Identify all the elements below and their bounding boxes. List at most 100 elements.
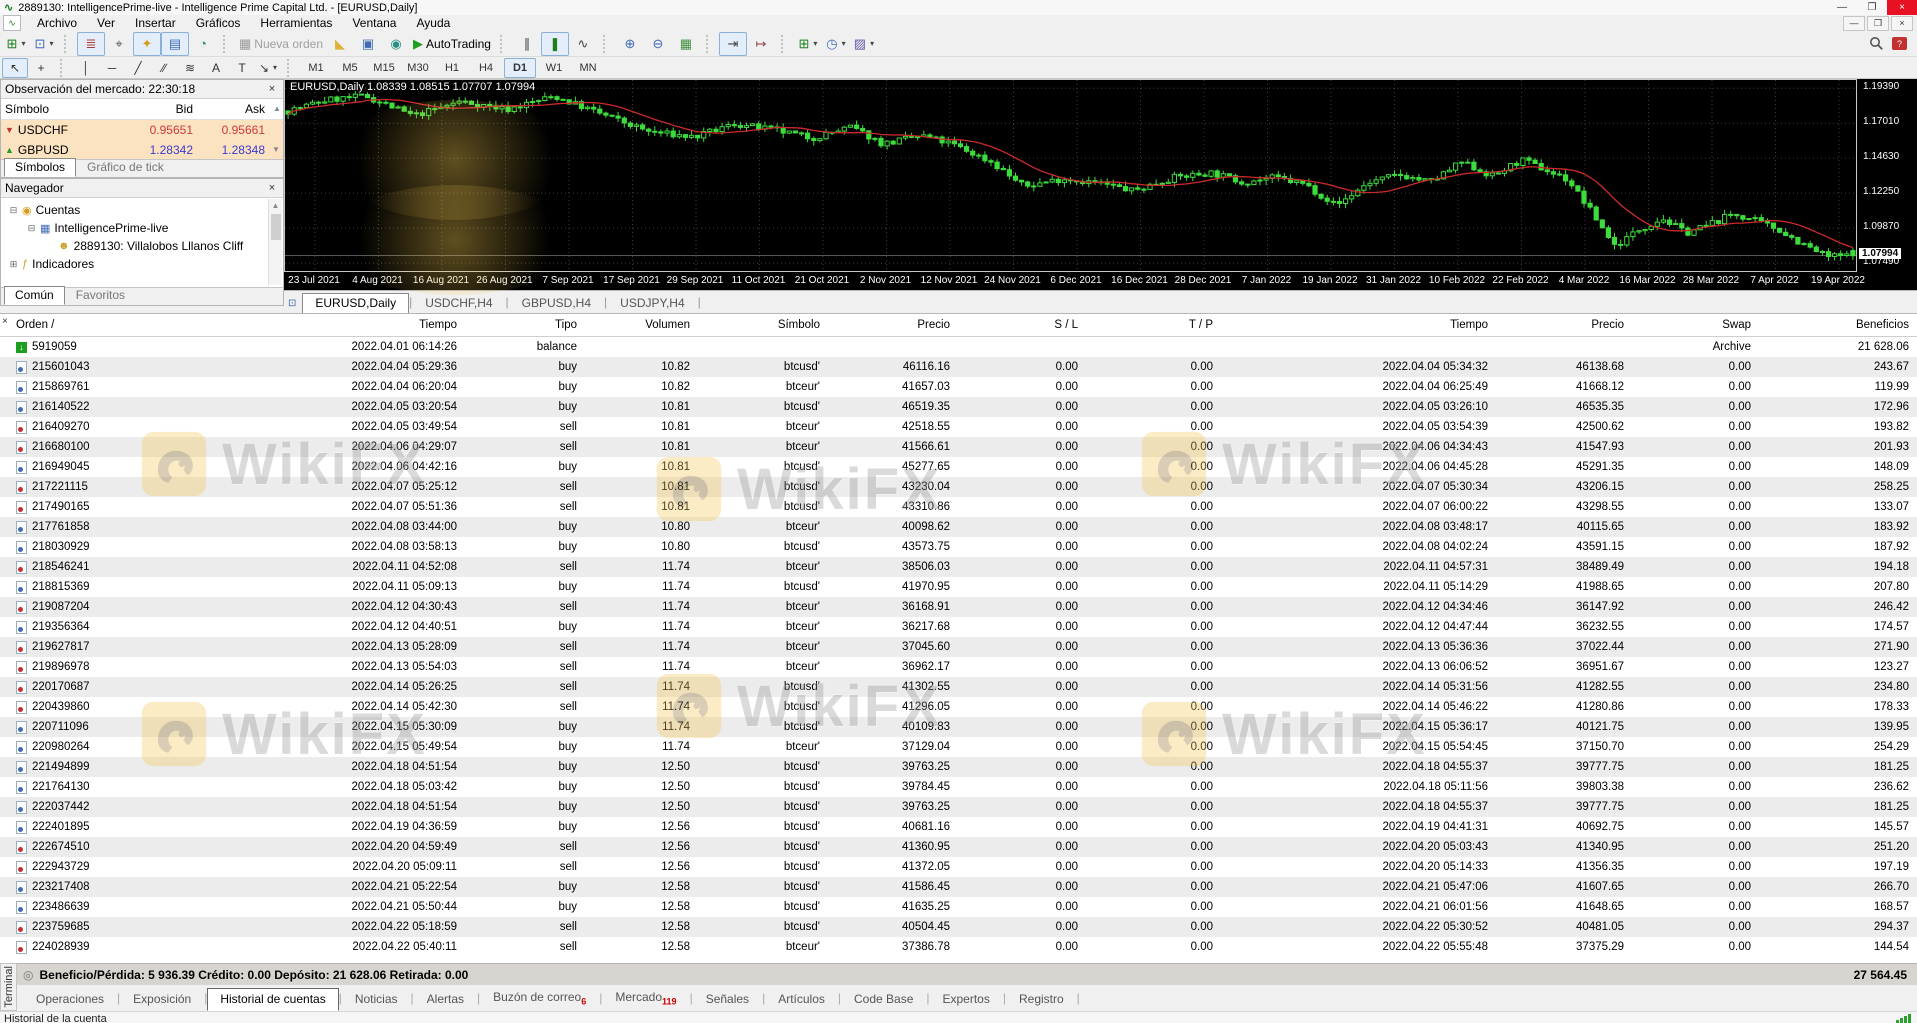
- terminal-close-icon[interactable]: ×: [2, 316, 8, 327]
- chart-tab-usdchf-h4[interactable]: USDCHF,H4: [412, 293, 505, 313]
- market-watch-row[interactable]: ▲ GBPUSD 1.28342 1.28348 ▼: [1, 140, 283, 160]
- terminal-tab-art-culos[interactable]: Artículos: [765, 988, 838, 1011]
- table-row[interactable]: 222401895 2022.04.19 04:36:59 buy 12.56 btcu…: [0, 817, 1917, 837]
- terminal-tab-mercado[interactable]: Mercado119: [602, 986, 689, 1011]
- tree-item[interactable]: ⊞ ƒ Indicadores: [1, 255, 283, 273]
- column-header-2[interactable]: Tipo: [465, 314, 585, 336]
- table-row[interactable]: 216680100 2022.04.06 04:29:07 sell 10.81 btc…: [0, 437, 1917, 457]
- chart-shift-button[interactable]: ↦: [747, 32, 775, 56]
- text-tool-button[interactable]: A: [203, 58, 229, 78]
- period-h4-button[interactable]: H4: [470, 58, 502, 78]
- terminal-tab-alertas[interactable]: Alertas: [414, 988, 477, 1011]
- profiles-button[interactable]: ⊡ ▾: [30, 32, 58, 56]
- column-header-0[interactable]: Orden /: [0, 314, 150, 336]
- table-row[interactable]: ↓ 5919059 2022.04.01 06:14:26 balance Archiv…: [0, 337, 1917, 357]
- chart-tab-usdjpy-h4[interactable]: USDJPY,H4: [607, 293, 697, 313]
- period-m5-button[interactable]: M5: [334, 58, 366, 78]
- table-row[interactable]: 217490165 2022.04.07 05:51:36 sell 10.81 btc…: [0, 497, 1917, 517]
- column-header-8[interactable]: Tiempo: [1221, 314, 1496, 336]
- periods-button[interactable]: ◷ ▾: [822, 32, 850, 56]
- trendline-tool-button[interactable]: ╱: [125, 58, 151, 78]
- zoom-out-button[interactable]: ⊖: [644, 32, 672, 56]
- close-icon[interactable]: ×: [265, 182, 279, 194]
- scroll-thumb[interactable]: [270, 214, 281, 240]
- line-chart-button[interactable]: ∿: [569, 32, 597, 56]
- terminal-tab-se-ales[interactable]: Señales: [693, 988, 762, 1011]
- autotrading-button[interactable]: ▶ AutoTrading: [410, 32, 494, 56]
- strategy-tester-button[interactable]: ◔: [189, 32, 217, 56]
- terminal-tab-expertos[interactable]: Expertos: [930, 988, 1003, 1011]
- column-header-4[interactable]: Símbolo: [698, 314, 828, 336]
- table-row[interactable]: 223486639 2022.04.21 05:50:44 buy 12.58 btcu…: [0, 897, 1917, 917]
- child-minimize-button[interactable]: —: [1843, 15, 1865, 31]
- new-chart-button[interactable]: ⊞ ▾: [2, 32, 30, 56]
- terminal-side-tab[interactable]: Terminal: [0, 963, 17, 1011]
- column-header-3[interactable]: Volumen: [585, 314, 698, 336]
- table-row[interactable]: 219356364 2022.04.12 04:40:51 buy 11.74 btce…: [0, 617, 1917, 637]
- terminal-tab-exposici-n[interactable]: Exposición: [120, 988, 204, 1011]
- table-row[interactable]: 219896978 2022.04.13 05:54:03 sell 11.74 btc…: [0, 657, 1917, 677]
- column-bid[interactable]: Bid: [119, 99, 197, 119]
- terminal-tab-registro[interactable]: Registro: [1006, 988, 1077, 1011]
- menu-ventana[interactable]: Ventana: [342, 15, 406, 31]
- table-row[interactable]: 223217408 2022.04.21 05:22:54 buy 12.58 btcu…: [0, 877, 1917, 897]
- arrows-tool-button[interactable]: ↘ ▾: [255, 58, 281, 78]
- menu-ayuda[interactable]: Ayuda: [406, 15, 460, 31]
- period-d1-button[interactable]: D1: [504, 57, 536, 78]
- menu-ver[interactable]: Ver: [87, 15, 125, 31]
- table-row[interactable]: 215601043 2022.04.04 05:29:36 buy 10.82 btcu…: [0, 357, 1917, 377]
- table-row[interactable]: 218030929 2022.04.08 03:58:13 buy 10.80 btcu…: [0, 537, 1917, 557]
- period-m30-button[interactable]: M30: [402, 58, 434, 78]
- tab-s-mbolos[interactable]: Símbolos: [4, 158, 77, 177]
- vertical-line-tool-button[interactable]: │: [73, 58, 99, 78]
- close-icon[interactable]: ×: [265, 83, 279, 95]
- restore-button[interactable]: ❐: [1857, 0, 1887, 15]
- expander-icon[interactable]: ⊟: [27, 223, 36, 233]
- table-row[interactable]: 221494899 2022.04.18 04:51:54 buy 12.50 btcu…: [0, 757, 1917, 777]
- table-row[interactable]: 222943729 2022.04.20 05:09:11 sell 12.56 btc…: [0, 857, 1917, 877]
- column-header-9[interactable]: Precio: [1496, 314, 1632, 336]
- navigator-button[interactable]: ✦: [133, 31, 161, 56]
- tab-gr-fico-de-tick[interactable]: Gráfico de tick: [76, 158, 175, 177]
- column-header-5[interactable]: Precio: [828, 314, 958, 336]
- table-row[interactable]: 220170687 2022.04.14 05:26:25 sell 11.74 btc…: [0, 677, 1917, 697]
- close-button[interactable]: ×: [1887, 0, 1917, 15]
- expander-icon[interactable]: ⊞: [9, 259, 18, 269]
- tree-item[interactable]: ⊟ ◉ Cuentas: [1, 201, 283, 219]
- terminal-tab-buz-n-de-correo[interactable]: Buzón de correo6: [480, 986, 599, 1011]
- table-row[interactable]: 216140522 2022.04.05 03:20:54 buy 10.81 btcu…: [0, 397, 1917, 417]
- menu-insertar[interactable]: Insertar: [125, 15, 186, 31]
- metaeditor-button[interactable]: ▣: [354, 32, 382, 56]
- candlestick-chart-button[interactable]: ❚: [540, 31, 569, 56]
- text-label-tool-button[interactable]: T: [229, 58, 255, 78]
- terminal-tab-noticias[interactable]: Noticias: [342, 988, 411, 1011]
- column-header-7[interactable]: T / P: [1086, 314, 1221, 336]
- chart-tab-gbpusd-h4[interactable]: GBPUSD,H4: [509, 293, 604, 313]
- child-close-button[interactable]: ×: [1891, 15, 1913, 31]
- table-row[interactable]: 220439860 2022.04.14 05:42:30 sell 11.74 btc…: [0, 697, 1917, 717]
- table-row[interactable]: 223759685 2022.04.22 05:18:59 sell 12.58 btc…: [0, 917, 1917, 937]
- fibonacci-tool-button[interactable]: ≋: [177, 58, 203, 78]
- guide-book-icon[interactable]: ?: [1892, 37, 1907, 50]
- table-row[interactable]: 217761858 2022.04.08 03:44:00 buy 10.80 btce…: [0, 517, 1917, 537]
- table-row[interactable]: 217221115 2022.04.07 05:25:12 sell 10.81 btc…: [0, 477, 1917, 497]
- table-row[interactable]: 216409270 2022.04.05 03:49:54 sell 10.81 btc…: [0, 417, 1917, 437]
- tile-windows-button[interactable]: ▦: [672, 32, 700, 56]
- period-w1-button[interactable]: W1: [538, 58, 570, 78]
- bar-chart-button[interactable]: ∥: [513, 32, 541, 56]
- column-symbol[interactable]: Símbolo: [1, 99, 119, 119]
- expander-icon[interactable]: ⊟: [9, 205, 18, 215]
- table-row[interactable]: 218815369 2022.04.11 05:09:13 buy 11.74 btcu…: [0, 577, 1917, 597]
- table-row[interactable]: 220980264 2022.04.15 05:49:54 buy 11.74 btce…: [0, 737, 1917, 757]
- equidistant-channel-tool-button[interactable]: ∕∕: [151, 58, 177, 78]
- child-restore-button[interactable]: ❐: [1867, 15, 1889, 31]
- search-icon[interactable]: [1869, 36, 1884, 51]
- navigator-scrollbar[interactable]: ▲: [268, 199, 282, 285]
- table-row[interactable]: 224028939 2022.04.22 05:40:11 sell 12.58 btc…: [0, 937, 1917, 957]
- tree-item[interactable]: ☻ 2889130: Villalobos Lllanos Cliff: [1, 237, 283, 255]
- table-row[interactable]: 218546241 2022.04.11 04:52:08 sell 11.74 btc…: [0, 557, 1917, 577]
- chart-tab-eurusd-daily[interactable]: EURUSD,Daily: [302, 293, 410, 313]
- auto-scroll-button[interactable]: ⇥: [718, 31, 747, 56]
- column-header-11[interactable]: Beneficios: [1759, 314, 1917, 336]
- table-row[interactable]: 216949045 2022.04.06 04:42:16 buy 10.81 btcu…: [0, 457, 1917, 477]
